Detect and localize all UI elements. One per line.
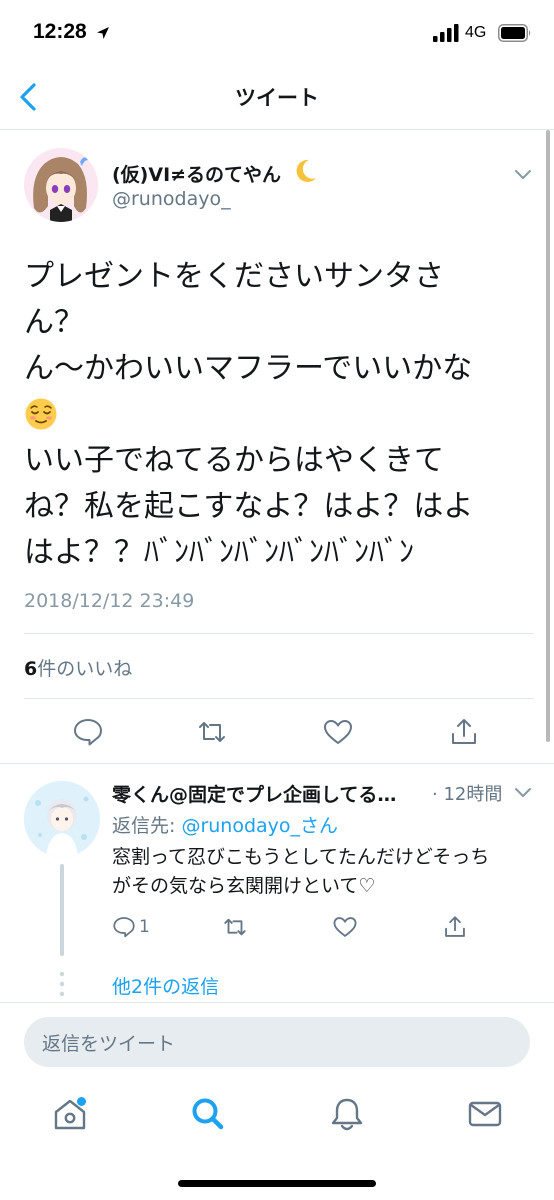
nav-bar: ツイート <box>0 66 554 130</box>
reply-to-label: 返信先: <box>112 815 182 837</box>
signal-bars-icon <box>433 24 459 42</box>
scroll-indicator[interactable] <box>546 130 550 742</box>
likes-link[interactable]: 6件のいいね <box>24 654 132 681</box>
compose-bar: 返信をツイート <box>0 1002 554 1078</box>
reply-retweet-button[interactable] <box>222 914 248 940</box>
tweet-timestamp: 2018/12/12 23:49 <box>24 590 195 612</box>
tweet-text: プレゼントをくださいサンタさ ん？ ん〜かわいいマフラーでいいかな いい子でねて… <box>24 254 526 576</box>
notifications-icon[interactable] <box>327 1094 367 1134</box>
tweet-text-line <box>24 392 526 438</box>
more-replies-link[interactable]: 他2件の返信 <box>112 972 219 999</box>
crescent-moon-icon <box>296 159 316 182</box>
retweet-icon[interactable] <box>196 716 228 748</box>
tweet-text-line: ん？ <box>24 305 84 340</box>
battery-icon <box>498 24 531 42</box>
reply-author-name[interactable]: 零くん@固定でプレ企画してる… <box>112 780 427 807</box>
status-time: 12:28 <box>33 20 87 43</box>
divider <box>24 633 534 634</box>
tweet-text-line: プレゼントをくださいサンタさ <box>24 259 444 294</box>
chevron-down-icon[interactable] <box>513 168 533 182</box>
likes-count: 6 <box>24 658 38 680</box>
tweet-text-line: はよ？？ﾊﾞﾝﾊﾞﾝﾊﾞﾝﾊﾞﾝﾊﾞﾝﾊﾞﾝ <box>24 535 414 570</box>
tweet-text-line: いい子でねてるからはやくきて <box>24 443 444 478</box>
home-indicator[interactable] <box>178 1180 376 1187</box>
page-title: ツイート <box>235 86 319 110</box>
like-icon[interactable] <box>322 716 354 748</box>
tweet-text-line: ん〜かわいいマフラーでいいかな <box>24 351 473 386</box>
reply-text: 窓割って忍びこもうとしてたんだけどそっち がその気なら玄関開けといて♡ <box>112 843 532 901</box>
author-handle[interactable]: @runodayo_ <box>112 188 231 210</box>
reply-author-avatar[interactable] <box>24 781 100 857</box>
divider <box>0 763 554 764</box>
relieved-face-emoji-icon <box>25 398 57 430</box>
location-arrow-icon <box>97 27 109 39</box>
reply-reply-button[interactable]: 1 <box>112 914 150 940</box>
reply-share-button[interactable] <box>442 914 468 940</box>
retweet-icon <box>224 918 246 936</box>
reply-avatar-illustration <box>24 781 100 857</box>
status-bar: 12:28 4G <box>0 0 554 66</box>
reply-text-line: 窓割って忍びこもうとしてたんだけどそっち <box>112 846 490 868</box>
avatar-illustration <box>24 148 98 222</box>
messages-icon[interactable] <box>465 1094 505 1134</box>
reply-to: 返信先: @runodayo_さん <box>112 811 338 838</box>
author-name[interactable]: (仮)VI≠るのてやん <box>112 160 281 187</box>
reply-to-mention[interactable]: @runodayo_さん <box>181 815 338 837</box>
likes-label: 件のいいね <box>37 658 133 680</box>
reply-icon <box>113 917 135 938</box>
search-icon[interactable] <box>188 1094 228 1134</box>
divider <box>24 698 534 699</box>
reply-compose-input[interactable]: 返信をツイート <box>24 1017 530 1067</box>
author-avatar[interactable] <box>24 148 98 222</box>
reply-icon[interactable] <box>72 716 104 748</box>
reply-time: · 12時間 <box>432 784 503 805</box>
tweet-text-line: ね？私を起こすなよ？はよ？はよ <box>24 489 474 524</box>
thread-dots-icon <box>59 971 65 997</box>
share-icon[interactable] <box>448 716 480 748</box>
reply-count: 1 <box>139 917 150 937</box>
reply-like-button[interactable] <box>332 914 358 940</box>
thread-line <box>60 864 64 956</box>
like-icon <box>333 917 357 937</box>
chevron-down-icon[interactable] <box>513 786 533 800</box>
network-label: 4G <box>465 24 487 41</box>
share-icon <box>445 916 465 937</box>
home-icon[interactable] <box>50 1094 90 1134</box>
compose-placeholder: 返信をツイート <box>42 1033 176 1055</box>
reply-text-line: がその気なら玄関開けといて♡ <box>112 875 376 897</box>
